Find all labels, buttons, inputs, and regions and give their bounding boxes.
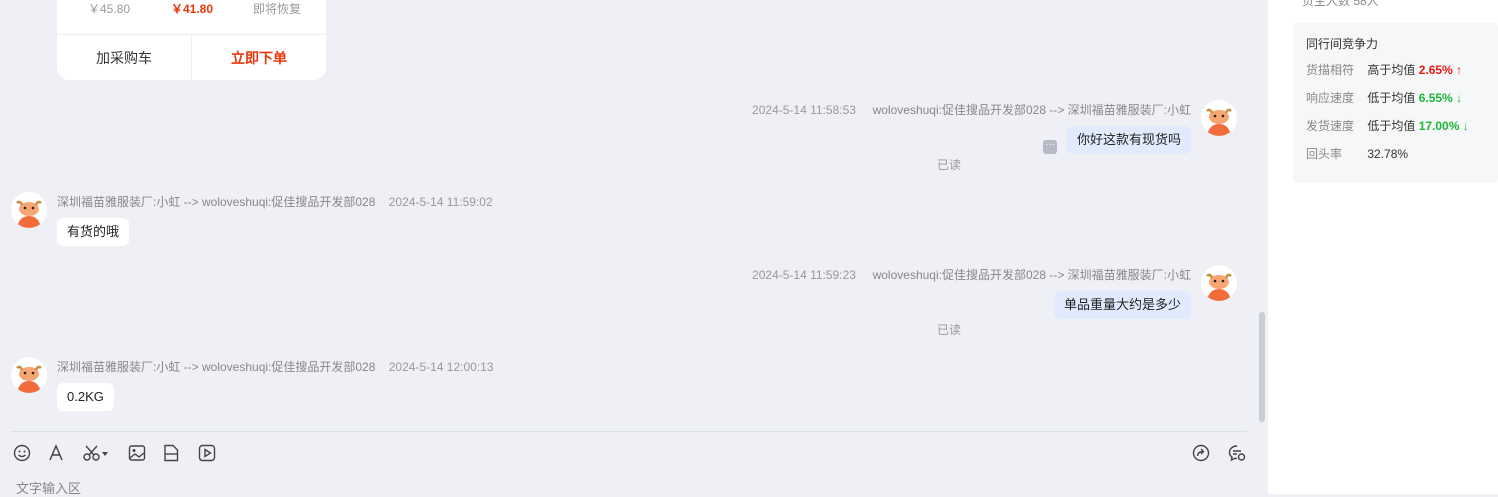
price-note: 即将恢复 [253,2,302,16]
read-status: 已读 [936,323,961,337]
message-route: woloveshuqi:促佳搜品开发部028 --> 深圳福苗雅服装厂:小虹 [872,268,1191,282]
card-actions: 加采购车 立即下单 [57,34,326,81]
message-time: 2024-5-14 11:59:02 [388,195,493,209]
row-label: 响应速度 [1306,91,1355,105]
row-label: 回头率 [1306,147,1343,161]
avatar[interactable] [1201,100,1237,136]
chat-scrollbar[interactable] [1259,312,1265,422]
read-status: 已读 [936,158,961,172]
message-input[interactable]: 文字输入区 [16,478,81,497]
competition-title: 同行间竞争力 [1306,37,1379,51]
avatar[interactable] [11,357,47,393]
message-time: 2024-5-14 11:58:53 [752,103,856,117]
arrow-down-icon: ↓ [1462,119,1469,133]
chat-panel: ￥45.80 ￥41.80 即将恢复 加采购车 立即下单 2024-5-14 1… [0,0,1268,497]
message-bubble: 有货的哦 [57,218,130,246]
message-time: 2024-5-14 12:00:13 [388,360,494,374]
shop-info-sidebar: 负生人数 58人 同行间竞争力 货描相符 高于均值 2.65% ↑ 响应速度 低… [1268,0,1498,494]
message-meta: 深圳福苗雅服装厂:小虹 --> woloveshuqi:促佳搜品开发部028 2… [57,358,494,375]
row-value: 17.00% [1418,119,1460,133]
arrow-down-icon: ↓ [1456,91,1463,105]
message-route: 深圳福苗雅服装厂:小虹 --> woloveshuqi:促佳搜品开发部028 [57,195,376,209]
message-meta: 2024-5-14 11:58:53 woloveshuqi:促佳搜品开发部02… [752,101,1191,118]
message-meta: 深圳福苗雅服装厂:小虹 --> woloveshuqi:促佳搜品开发部028 2… [57,193,493,210]
row-label: 货描相符 [1306,63,1355,77]
competition-row: 响应速度 低于均值 6.55% ↓ [1306,89,1462,106]
more-icon[interactable]: ··· [1043,140,1057,154]
message-bubble: 0.2KG [57,383,114,411]
composer-divider [10,431,1247,432]
product-card: ￥45.80 ￥41.80 即将恢复 加采购车 立即下单 [57,0,326,81]
row-prefix: 低于均值 [1367,91,1416,105]
message-meta: 2024-5-14 11:59:23 woloveshuqi:促佳搜品开发部02… [752,266,1191,283]
message-bubble: 单品重量大约是多少 [1053,291,1191,319]
video-icon[interactable] [197,443,217,463]
message-route: woloveshuqi:促佳搜品开发部028 --> 深圳福苗雅服装厂:小虹 [872,103,1191,117]
share-icon[interactable] [1191,443,1211,463]
row-value: 6.55% [1418,91,1453,105]
arrow-up-icon: ↑ [1456,63,1463,77]
sidebar-top-text: 负生人数 58人 [1302,0,1379,8]
avatar[interactable] [11,192,47,228]
add-to-cart-button[interactable]: 加采购车 [57,35,192,81]
current-price: ￥41.80 [171,2,214,16]
image-icon[interactable] [127,443,147,463]
avatar[interactable] [1201,265,1237,301]
emoji-icon[interactable] [12,443,32,463]
competition-row: 回头率 32.78% [1306,145,1408,162]
price-row: ￥45.80 ￥41.80 即将恢复 [57,0,326,16]
scissors-icon[interactable] [82,443,110,463]
font-icon[interactable] [46,443,66,463]
row-label: 发货速度 [1306,119,1355,133]
row-prefix: 高于均值 [1367,63,1416,77]
order-now-button[interactable]: 立即下单 [192,35,326,81]
row-value: 2.65% [1418,63,1453,77]
chat-settings-icon[interactable] [1227,443,1247,463]
message-bubble: 你好这款有现货吗 [1066,126,1191,154]
file-icon[interactable] [161,443,181,463]
competition-row: 发货速度 低于均值 17.00% ↓ [1306,117,1469,134]
row-value: 32.78% [1367,147,1409,161]
competition-card: 同行间竞争力 货描相符 高于均值 2.65% ↑ 响应速度 低于均值 6.55%… [1293,23,1498,183]
original-price: ￥45.80 [88,2,131,16]
message-route: 深圳福苗雅服装厂:小虹 --> woloveshuqi:促佳搜品开发部028 [57,360,376,374]
message-time: 2024-5-14 11:59:23 [752,268,856,282]
competition-row: 货描相符 高于均值 2.65% ↑ [1306,61,1462,78]
row-prefix: 低于均值 [1367,119,1416,133]
